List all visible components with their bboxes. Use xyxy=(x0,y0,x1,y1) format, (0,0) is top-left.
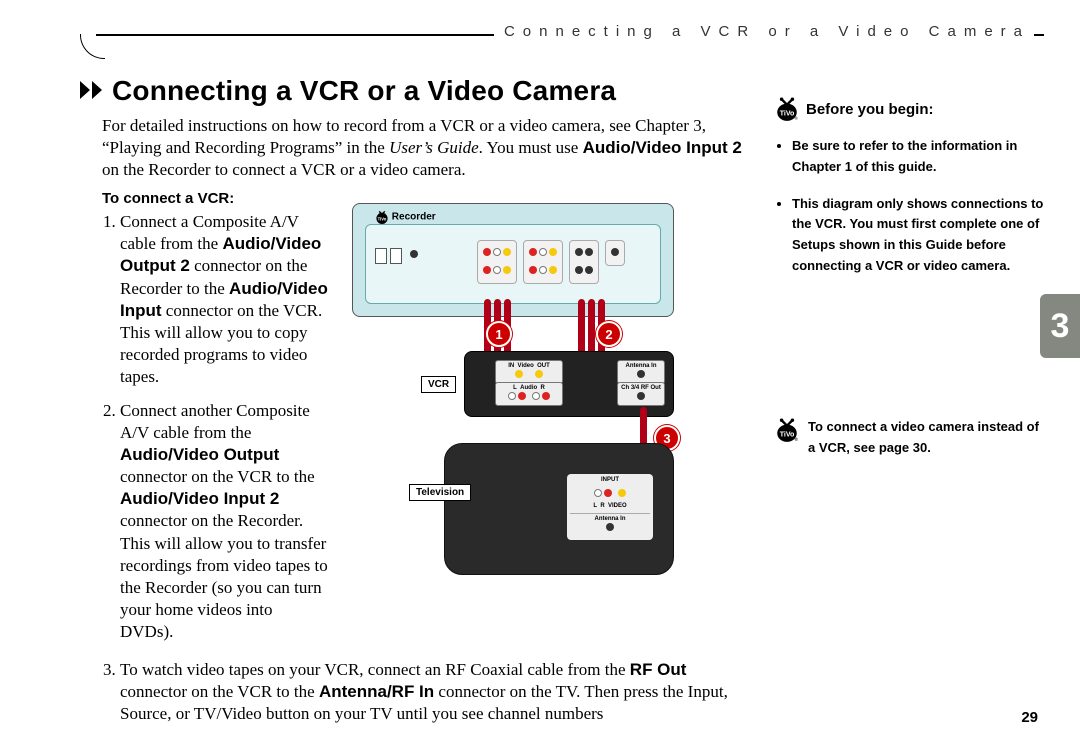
cable-2 xyxy=(578,299,585,359)
recorder-device: TiVo Recorder xyxy=(352,203,674,317)
chapter-thumb-tab: 3 xyxy=(1040,294,1080,358)
sidebar-bullet-2: This diagram only shows connections to t… xyxy=(792,194,1044,277)
page-title: Connecting a VCR or a Video Camera xyxy=(80,74,754,107)
running-head-curve xyxy=(80,34,105,59)
tivo-icon: TiVo® xyxy=(776,96,798,122)
running-head-text: Connecting a VCR or a Video Camera xyxy=(494,23,1034,40)
wiring-diagram: TiVo Recorder xyxy=(344,203,684,583)
callout-2: 2 xyxy=(596,321,622,347)
svg-text:TiVo: TiVo xyxy=(780,431,795,438)
running-head: Connecting a VCR or a Video Camera xyxy=(80,20,1044,56)
tivo-icon: TiVo® xyxy=(776,417,798,443)
steps-list: Connect a Composite A/V cable from the A… xyxy=(102,211,330,643)
svg-text:®: ® xyxy=(795,116,798,121)
step-1: Connect a Composite A/V cable from the A… xyxy=(120,211,330,388)
step-3: To watch video tapes on your VCR, connec… xyxy=(120,659,754,725)
sidebar-bullet-1: Be sure to refer to the information in C… xyxy=(792,136,1044,178)
intro-paragraph: For detailed instructions on how to reco… xyxy=(102,115,754,180)
sidebar-note-camera: TiVo® To connect a video camera instead … xyxy=(776,417,1044,459)
sidebar: TiVo® Before you begin: Be sure to refer… xyxy=(776,74,1044,737)
svg-text:TiVo: TiVo xyxy=(378,217,387,222)
before-you-begin: Before you begin: xyxy=(806,101,934,118)
fast-forward-icon xyxy=(80,74,106,106)
television-label: Television xyxy=(409,484,471,501)
page-number: 29 xyxy=(1021,709,1038,726)
svg-text:®: ® xyxy=(795,437,798,442)
tv-device: Television INPUT L R VIDEO Antenna In xyxy=(444,443,674,575)
page-title-text: Connecting a VCR or a Video Camera xyxy=(112,75,616,106)
sidebar-bullets: Be sure to refer to the information in C… xyxy=(776,136,1044,277)
main-column: Connecting a VCR or a Video Camera For d… xyxy=(80,74,754,737)
vcr-label: VCR xyxy=(421,376,456,393)
recorder-label: Recorder xyxy=(392,212,436,223)
step-2: Connect another Composite A/V cable from… xyxy=(120,400,330,643)
svg-text:TiVo: TiVo xyxy=(780,111,795,118)
